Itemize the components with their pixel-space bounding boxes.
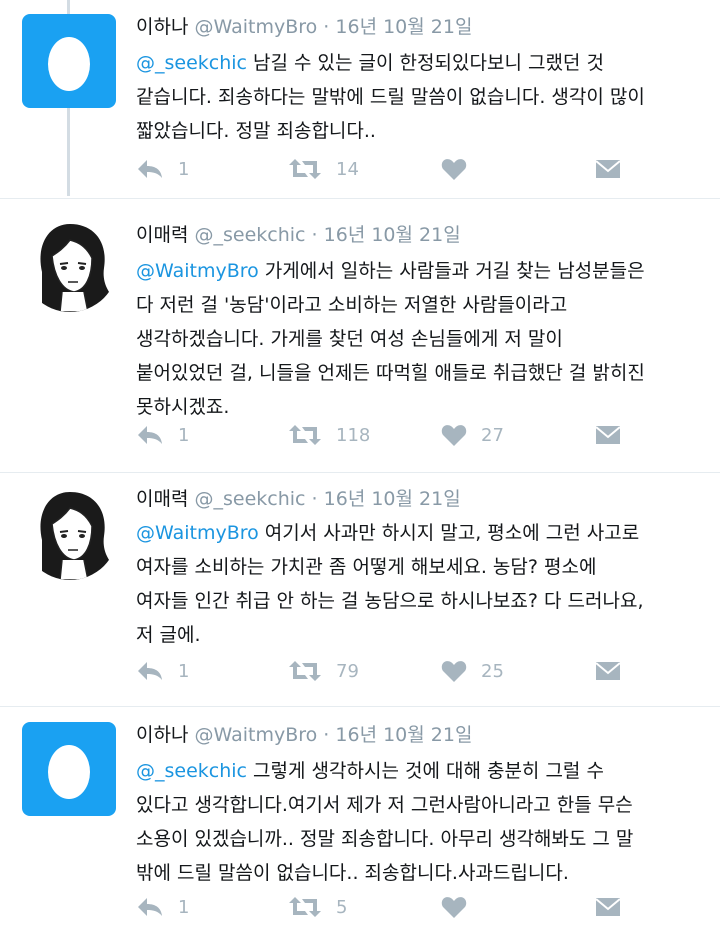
dm-button[interactable] (595, 656, 621, 686)
display-name[interactable]: 이하나 (136, 16, 188, 38)
retweet-count: 118 (336, 424, 371, 446)
tweet-header: 이하나 @WaitmyBro · 16년 10월 21일 (136, 722, 472, 748)
divider (0, 472, 720, 473)
like-icon (441, 159, 467, 180)
woman-portrait-icon (40, 224, 114, 312)
handle[interactable]: @WaitmyBro (195, 724, 318, 746)
tweet-actions: 1 118 27 (136, 420, 636, 450)
tweet-text: @_seekchic 남길 수 있는 글이 한정되있다보니 그랬던 것 같습니다… (136, 46, 706, 148)
tweet-date[interactable]: 16년 10월 21일 (335, 724, 472, 746)
egg-icon (48, 745, 90, 799)
separator-dot: · (311, 224, 318, 246)
egg-icon (48, 37, 90, 91)
retweet-count: 14 (336, 158, 359, 180)
retweet-button[interactable]: 5 (288, 892, 347, 922)
tweet-text: @WaitmyBro 가게에서 일하는 사람들과 거길 찾는 남성분들은 다 저… (136, 254, 706, 424)
retweet-button[interactable]: 79 (288, 656, 359, 686)
reply-count: 1 (178, 158, 190, 180)
like-icon (441, 661, 467, 682)
separator-dot: · (323, 16, 330, 38)
dm-button[interactable] (595, 154, 621, 184)
separator-dot: · (323, 724, 330, 746)
dm-button[interactable] (595, 892, 621, 922)
dm-icon (595, 426, 621, 444)
tweet-date[interactable]: 16년 10월 21일 (324, 224, 461, 246)
mention-link[interactable]: @WaitmyBro (136, 522, 259, 544)
woman-portrait-icon (40, 492, 114, 580)
reply-icon (138, 426, 162, 444)
mention-link[interactable]: @_seekchic (136, 52, 247, 74)
tweet-actions: 1 79 25 (136, 656, 636, 686)
tweet-date[interactable]: 16년 10월 21일 (324, 488, 461, 510)
like-icon (441, 425, 467, 446)
separator-dot: · (311, 488, 318, 510)
like-icon (441, 897, 467, 918)
egg-avatar[interactable] (22, 14, 116, 108)
display-name[interactable]: 이매력 (136, 224, 188, 246)
dm-icon (595, 662, 621, 680)
retweet-count: 79 (336, 660, 359, 682)
retweet-count: 5 (336, 896, 348, 918)
reply-button[interactable]: 1 (136, 656, 189, 686)
egg-avatar[interactable] (22, 722, 116, 816)
tweet-body-text: 가게에서 일하는 사람들과 거길 찾는 남성분들은 다 저런 걸 '농담'이라고… (136, 260, 645, 418)
reply-count: 1 (178, 660, 190, 682)
tweet[interactable]: 이하나 @WaitmyBro · 16년 10월 21일 @_seekchic … (0, 708, 720, 928)
tweet-header: 이매력 @_seekchic · 16년 10월 21일 (136, 222, 461, 248)
reply-icon (138, 662, 162, 680)
tweet-header: 이하나 @WaitmyBro · 16년 10월 21일 (136, 14, 472, 40)
drawn-avatar[interactable] (22, 484, 118, 580)
tweet-date[interactable]: 16년 10월 21일 (335, 16, 472, 38)
tweet[interactable]: 이매력 @_seekchic · 16년 10월 21일 @WaitmyBro … (0, 208, 720, 472)
retweet-button[interactable]: 118 (288, 420, 370, 450)
reply-button[interactable]: 1 (136, 892, 189, 922)
retweet-icon (289, 661, 321, 681)
like-count: 27 (481, 424, 504, 446)
tweet-actions: 1 14 (136, 154, 636, 184)
mention-link[interactable]: @_seekchic (136, 760, 247, 782)
dm-icon (595, 160, 621, 178)
tweet-text: @_seekchic 그렇게 생각하시는 것에 대해 충분히 그럴 수 있다고 … (136, 754, 706, 890)
dm-button[interactable] (595, 420, 621, 450)
retweet-icon (289, 159, 321, 179)
drawn-avatar[interactable] (22, 216, 118, 312)
tweet-actions: 1 5 (136, 892, 636, 922)
like-count: 25 (481, 660, 504, 682)
like-button[interactable]: 25 (441, 656, 504, 686)
reply-count: 1 (178, 424, 190, 446)
like-button[interactable]: 27 (441, 420, 504, 450)
divider (0, 198, 720, 199)
divider (0, 706, 720, 707)
retweet-icon (289, 425, 321, 445)
reply-button[interactable]: 1 (136, 420, 189, 450)
handle[interactable]: @_seekchic (195, 224, 306, 246)
handle[interactable]: @_seekchic (195, 488, 306, 510)
dm-icon (595, 898, 621, 916)
tweet[interactable]: 이하나 @WaitmyBro · 16년 10월 21일 @_seekchic … (0, 0, 720, 198)
reply-button[interactable]: 1 (136, 154, 189, 184)
reply-icon (138, 898, 162, 916)
retweet-button[interactable]: 14 (288, 154, 359, 184)
like-button[interactable] (441, 892, 481, 922)
display-name[interactable]: 이하나 (136, 724, 188, 746)
tweet-text: @WaitmyBro 여기서 사과만 하시지 말고, 평소에 그런 사고로 여자… (136, 516, 706, 652)
tweet-header: 이매력 @_seekchic · 16년 10월 21일 (136, 486, 461, 512)
handle[interactable]: @WaitmyBro (195, 16, 318, 38)
like-button[interactable] (441, 154, 481, 184)
reply-icon (138, 160, 162, 178)
retweet-icon (289, 897, 321, 917)
display-name[interactable]: 이매력 (136, 488, 188, 510)
reply-count: 1 (178, 896, 190, 918)
tweet[interactable]: 이매력 @_seekchic · 16년 10월 21일 @WaitmyBro … (0, 476, 720, 706)
mention-link[interactable]: @WaitmyBro (136, 260, 259, 282)
